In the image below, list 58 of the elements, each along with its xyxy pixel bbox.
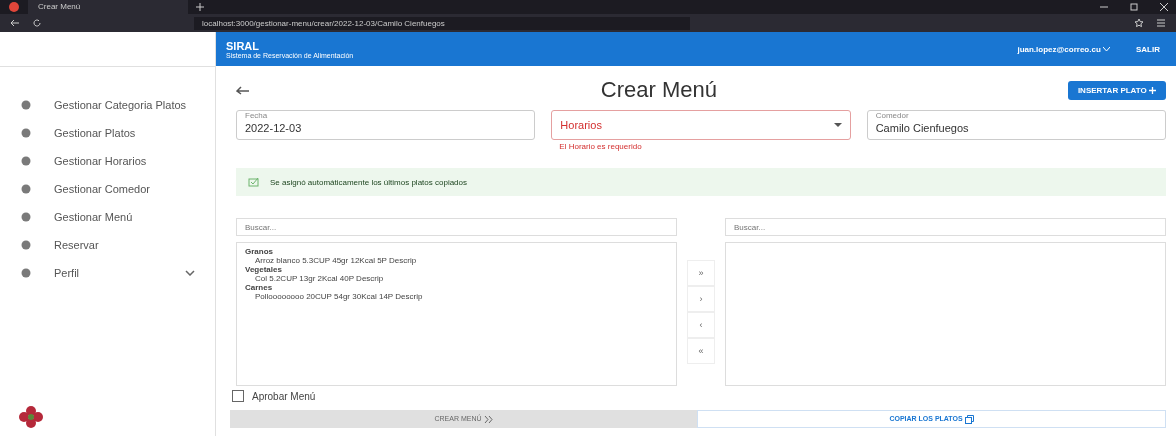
chevron-down-icon: [185, 270, 195, 276]
copy-icon: [964, 414, 974, 424]
sidebar-item[interactable]: Gestionar Horarios: [0, 147, 215, 175]
back-icon[interactable]: [10, 18, 20, 28]
user-menu-button[interactable]: juan.lopez@correo.cu: [1011, 43, 1116, 55]
back-arrow-icon[interactable]: [236, 85, 250, 95]
minimize-icon[interactable]: [1100, 3, 1108, 11]
close-icon[interactable]: [1160, 3, 1168, 11]
form-field[interactable]: Horarios: [551, 110, 851, 140]
dish-item[interactable]: Col 5.2CUP 13gr 2Kcal 40P Descrip: [245, 274, 668, 283]
check-icon: [248, 177, 260, 187]
maximize-icon[interactable]: [1130, 3, 1138, 11]
sidebar-item[interactable]: Gestionar Categoria Platos: [0, 91, 215, 119]
error-text: El Horario es requerido: [559, 142, 643, 151]
new-tab-icon[interactable]: [196, 3, 204, 11]
form-field[interactable]: Comedor Camilo Cienfuegos: [866, 110, 1166, 140]
sidebar-item[interactable]: Gestionar Comedor: [0, 175, 215, 203]
transfer-button[interactable]: ›: [687, 286, 715, 312]
sidebar-item[interactable]: Reservar: [0, 231, 215, 259]
menu-item-icon: [20, 99, 32, 111]
plus-icon: [1149, 86, 1156, 94]
checkbox[interactable]: [232, 390, 244, 402]
checkbox-label: Aprobar Menú: [252, 390, 316, 402]
sidebar-item[interactable]: Gestionar Platos: [0, 119, 215, 147]
browser-logo-icon: [8, 1, 20, 13]
sidebar-item[interactable]: Gestionar Menú: [0, 203, 215, 231]
flower-logo-icon: [18, 406, 44, 428]
menu-item-icon: [20, 183, 32, 195]
search-field[interactable]: Buscar...: [236, 218, 677, 236]
dish-item[interactable]: Polloooooooo 20CUP 54gr 30Kcal 14P Descrip: [245, 292, 668, 301]
browser-tab[interactable]: Crear Menú: [28, 0, 188, 14]
menu-icon[interactable]: [1156, 18, 1166, 28]
menu-item-icon: [20, 239, 32, 251]
form-field[interactable]: Fecha 2022-12-03: [236, 110, 536, 140]
alert-text: Se asignó automáticamente los últimos platos copiados: [270, 177, 467, 187]
menu-item-icon: [20, 211, 32, 223]
search-field[interactable]: Buscar...: [725, 218, 1166, 236]
transfer-button[interactable]: »: [687, 260, 715, 286]
transfer-button[interactable]: ‹: [687, 312, 715, 338]
dish-item[interactable]: Arroz blanco 5.3CUP 45gr 12Kcal 5P Descrip: [245, 256, 668, 265]
menu-item-icon: [20, 155, 32, 167]
address-bar[interactable]: localhost:3000/gestionar-menu/crear/2022-12-03/Camilo Cienfuegos: [194, 16, 690, 30]
reload-icon[interactable]: [32, 18, 42, 28]
chevron-down-icon: [1103, 47, 1110, 52]
logout-button[interactable]: SALIR: [1130, 43, 1166, 55]
double-chevron-icon: [483, 415, 493, 423]
dropdown-icon: [833, 123, 842, 127]
star-icon[interactable]: [1134, 18, 1144, 28]
sidebar-item[interactable]: Perfil: [0, 259, 215, 287]
group-heading: Carnes: [245, 283, 274, 292]
page-title: Crear Menú: [599, 77, 718, 103]
app-name: SIRAL: [226, 39, 260, 52]
group-heading: Vegetales: [245, 265, 283, 274]
transfer-button[interactable]: «: [687, 338, 715, 364]
menu-item-icon: [20, 267, 32, 279]
insert-dish-button[interactable]: INSERTAR PLATO: [1067, 80, 1166, 100]
menu-item-icon: [20, 127, 32, 139]
group-heading: Granos: [245, 247, 274, 256]
